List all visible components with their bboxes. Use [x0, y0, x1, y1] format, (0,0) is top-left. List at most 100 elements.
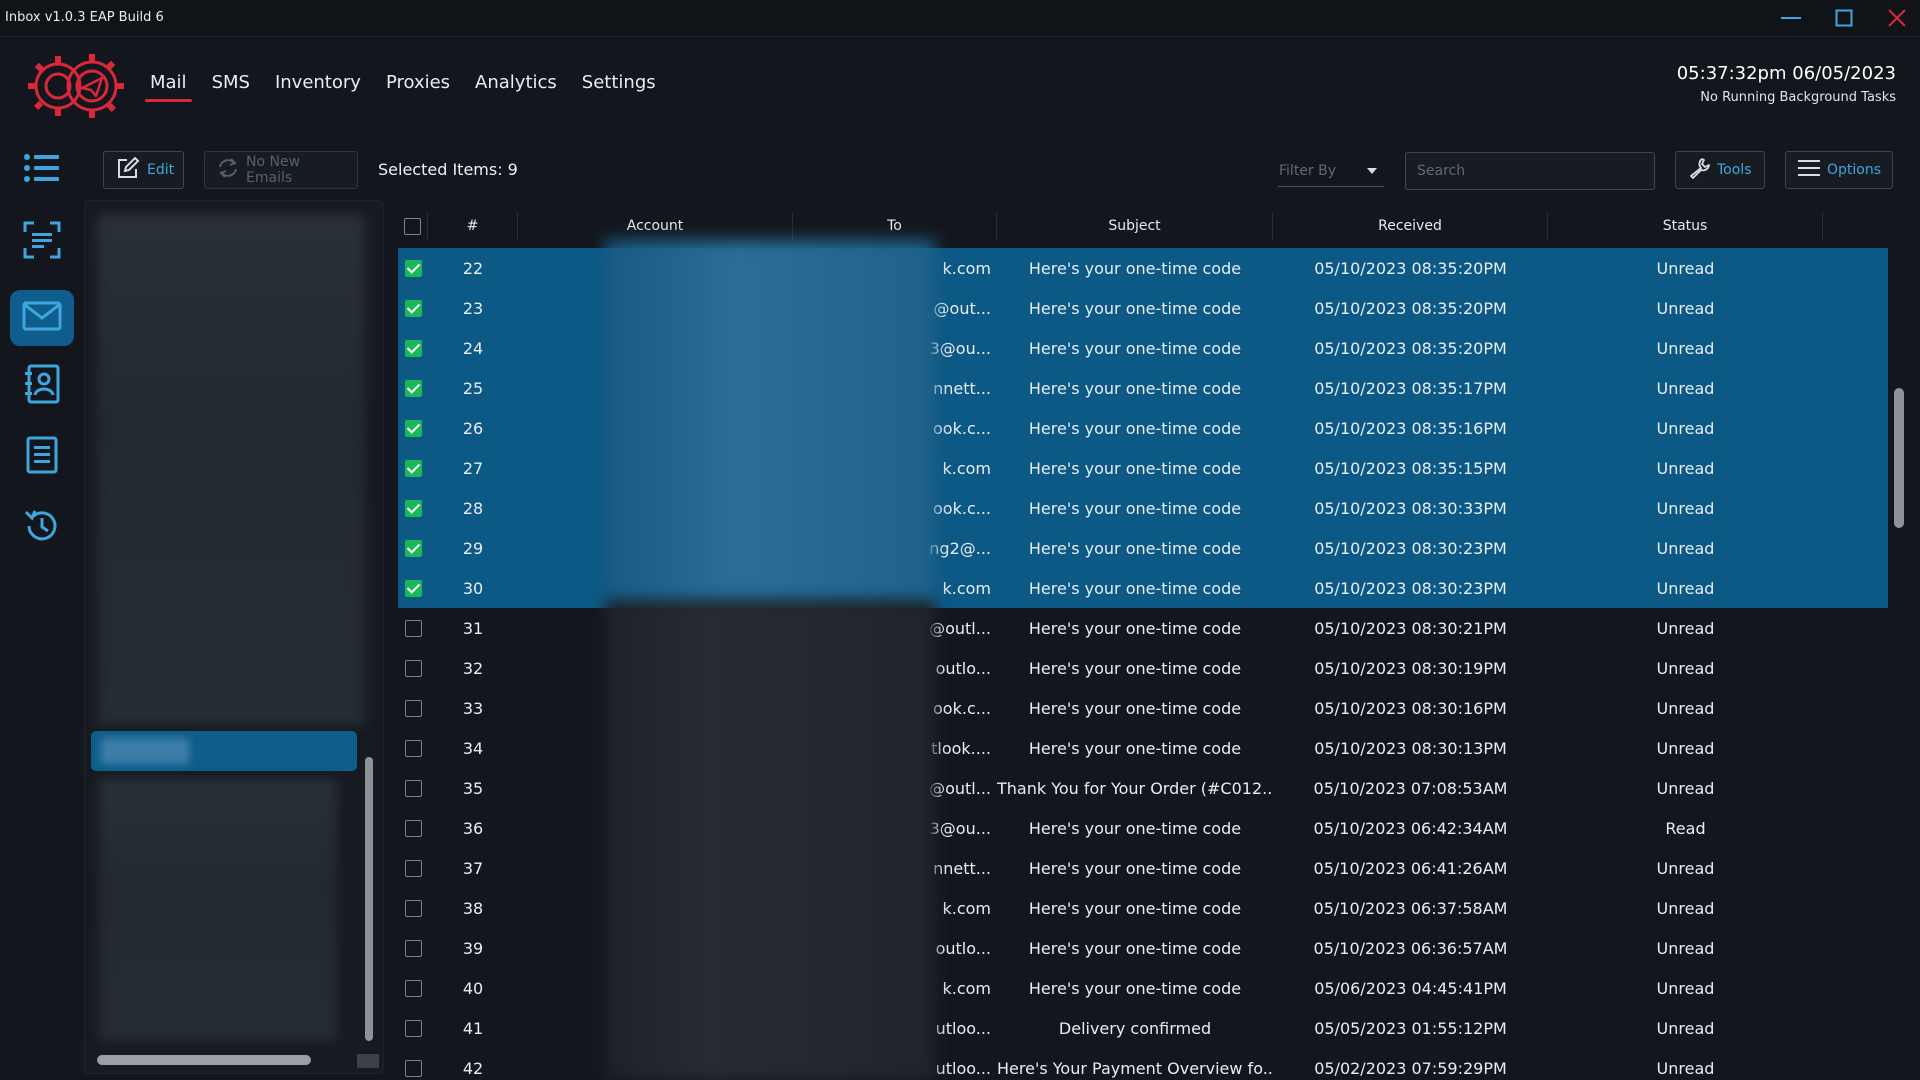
- row-number: 23: [462, 298, 484, 318]
- title-bar: Inbox v1.0.3 EAP Build 6: [0, 0, 1920, 37]
- header-received[interactable]: Received: [1273, 212, 1548, 240]
- clock-panel: 05:37:32pm 06/05/2023 No Running Backgro…: [1677, 63, 1896, 105]
- row-checkbox-cell: [398, 979, 428, 997]
- mail-button[interactable]: [10, 290, 74, 346]
- refresh-button[interactable]: No New Emails: [204, 151, 358, 189]
- app-title: Inbox v1.0.3 EAP Build 6: [5, 10, 164, 25]
- table-vertical-scrollbar[interactable]: [1894, 388, 1904, 528]
- row-checkbox-cell: [398, 779, 428, 797]
- row-checkbox[interactable]: [404, 579, 422, 597]
- nav-mail[interactable]: Mail: [145, 62, 192, 102]
- row-number: 40: [462, 978, 484, 998]
- row-checkbox[interactable]: [404, 259, 422, 277]
- contacts-button[interactable]: [10, 358, 74, 414]
- filter-dropdown[interactable]: Filter By: [1278, 155, 1384, 187]
- row-number: 42: [462, 1058, 484, 1078]
- nav-inventory[interactable]: Inventory: [275, 62, 361, 102]
- row-subject: Here's Your Payment Overview fo...: [997, 1058, 1273, 1078]
- row-checkbox[interactable]: [404, 539, 422, 557]
- app-logo: [24, 52, 126, 118]
- row-checkbox[interactable]: [404, 699, 422, 717]
- header-status[interactable]: Status: [1548, 212, 1823, 240]
- select-all-cell: [398, 212, 428, 240]
- header-account[interactable]: Account: [518, 212, 793, 240]
- row-received: 05/10/2023 08:30:19PM: [1314, 658, 1507, 678]
- documents-button[interactable]: [10, 429, 74, 485]
- row-received: 05/06/2023 04:45:41PM: [1314, 978, 1507, 998]
- row-checkbox[interactable]: [404, 819, 422, 837]
- row-checkbox[interactable]: [404, 379, 422, 397]
- row-checkbox[interactable]: [404, 619, 422, 637]
- row-checkbox[interactable]: [404, 899, 422, 917]
- edit-button[interactable]: Edit: [103, 151, 184, 189]
- filter-placeholder: Filter By: [1279, 163, 1337, 179]
- row-number: 22: [462, 258, 484, 278]
- nav-analytics[interactable]: Analytics: [475, 62, 557, 102]
- scrollbar-corner: [357, 1054, 379, 1068]
- list-view-button[interactable]: [10, 142, 74, 198]
- row-checkbox[interactable]: [404, 739, 422, 757]
- row-checkbox[interactable]: [404, 659, 422, 677]
- nav-settings[interactable]: Settings: [582, 62, 656, 102]
- row-status: Unread: [1656, 858, 1715, 878]
- row-number: 25: [462, 378, 484, 398]
- search-input[interactable]: [1405, 152, 1655, 190]
- header-subject[interactable]: Subject: [997, 212, 1273, 240]
- nav-proxies[interactable]: Proxies: [386, 62, 450, 102]
- selected-account-item[interactable]: [91, 731, 357, 771]
- close-icon[interactable]: [1882, 4, 1912, 32]
- row-status: Unread: [1656, 618, 1715, 638]
- row-number: 24: [462, 338, 484, 358]
- header-to[interactable]: To: [793, 212, 997, 240]
- row-checkbox[interactable]: [404, 1059, 422, 1077]
- options-button[interactable]: Options: [1785, 151, 1893, 189]
- row-checkbox[interactable]: [404, 419, 422, 437]
- tools-button[interactable]: Tools: [1675, 151, 1765, 189]
- contacts-icon: [24, 364, 60, 408]
- row-checkbox-cell: [398, 419, 428, 437]
- row-checkbox[interactable]: [404, 979, 422, 997]
- row-received: 05/10/2023 08:35:20PM: [1314, 338, 1507, 358]
- row-checkbox-cell: [398, 259, 428, 277]
- options-label: Options: [1827, 162, 1882, 178]
- row-status: Unread: [1656, 1058, 1715, 1078]
- row-checkbox[interactable]: [404, 1019, 422, 1037]
- minimize-icon[interactable]: [1777, 4, 1807, 32]
- row-number: 27: [462, 458, 484, 478]
- row-subject: Here's your one-time code: [1028, 658, 1242, 678]
- maximize-icon[interactable]: [1829, 4, 1859, 32]
- main-nav: Mail SMS Inventory Proxies Analytics Set…: [145, 62, 681, 102]
- row-status: Unread: [1656, 418, 1715, 438]
- row-received: 05/10/2023 06:36:57AM: [1313, 938, 1508, 958]
- row-status: Unread: [1656, 578, 1715, 598]
- row-checkbox[interactable]: [404, 939, 422, 957]
- row-checkbox[interactable]: [404, 499, 422, 517]
- row-status: Unread: [1656, 258, 1715, 278]
- row-checkbox[interactable]: [404, 859, 422, 877]
- row-status: Unread: [1656, 538, 1715, 558]
- left-horizontal-scrollbar[interactable]: [97, 1055, 311, 1065]
- row-checkbox[interactable]: [404, 779, 422, 797]
- row-checkbox[interactable]: [404, 459, 422, 477]
- row-checkbox-cell: [398, 899, 428, 917]
- select-all-checkbox[interactable]: [404, 217, 421, 235]
- row-checkbox-cell: [398, 299, 428, 317]
- row-subject: Here's your one-time code: [1028, 698, 1242, 718]
- row-status: Unread: [1656, 378, 1715, 398]
- row-number: 39: [462, 938, 484, 958]
- row-subject: Here's your one-time code: [1028, 738, 1242, 758]
- row-number: 31: [462, 618, 484, 638]
- row-checkbox[interactable]: [404, 339, 422, 357]
- row-checkbox[interactable]: [404, 299, 422, 317]
- row-number: 29: [462, 538, 484, 558]
- scan-button[interactable]: [10, 214, 74, 270]
- row-number: 32: [462, 658, 484, 678]
- row-checkbox-cell: [398, 499, 428, 517]
- history-button[interactable]: [10, 500, 74, 556]
- left-vertical-scrollbar[interactable]: [365, 757, 373, 1041]
- nav-sms[interactable]: SMS: [212, 62, 250, 102]
- row-status: Unread: [1656, 498, 1715, 518]
- header-num[interactable]: #: [428, 212, 518, 240]
- row-checkbox-cell: [398, 859, 428, 877]
- redacted-account-label: [101, 738, 189, 764]
